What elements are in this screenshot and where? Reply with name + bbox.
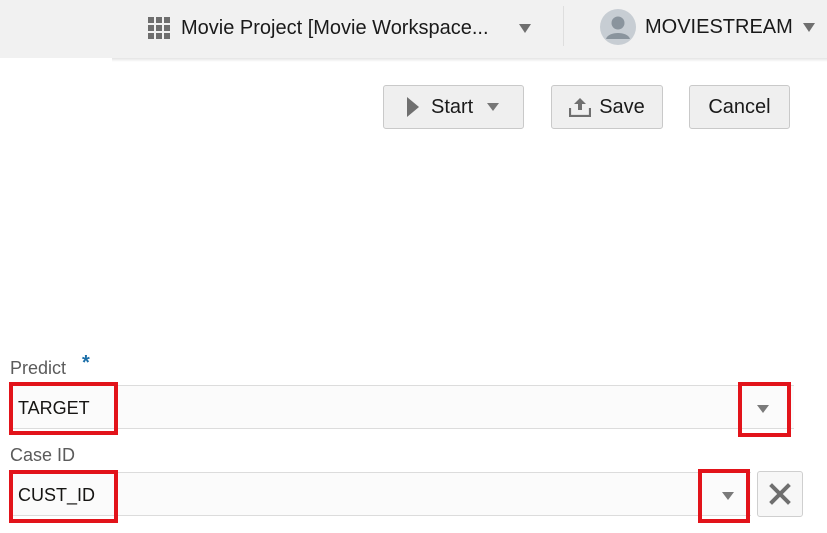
cancel-button-label: Cancel	[708, 95, 771, 118]
upload-icon	[569, 98, 592, 117]
close-icon	[769, 483, 791, 505]
user-menu[interactable]: MOVIESTREAM	[600, 8, 822, 46]
cancel-button[interactable]: Cancel	[689, 85, 790, 129]
case-id-value: CUST_ID	[18, 485, 96, 505]
start-button[interactable]: Start	[383, 85, 524, 129]
chevron-down-icon[interactable]	[722, 492, 734, 500]
grid-icon	[148, 17, 170, 39]
project-switcher[interactable]: Movie Project [Movie Workspace...	[148, 10, 538, 46]
case-id-label: Case ID	[10, 445, 76, 465]
user-name: MOVIESTREAM	[645, 15, 793, 38]
predict-label: Predict	[10, 358, 67, 378]
save-button[interactable]: Save	[551, 85, 663, 129]
predict-value: TARGET	[18, 398, 90, 418]
header-shadow	[112, 58, 827, 62]
chevron-down-icon	[519, 24, 531, 33]
start-button-label: Start	[431, 95, 474, 118]
chevron-down-icon[interactable]	[757, 405, 769, 413]
play-icon	[407, 97, 419, 117]
project-name: Movie Project [Movie Workspace...	[181, 16, 489, 39]
predict-select[interactable]: TARGET	[10, 385, 794, 429]
top-header: Movie Project [Movie Workspace... MOVIES…	[0, 0, 827, 58]
clear-case-id-button[interactable]	[757, 471, 803, 517]
header-divider	[563, 6, 564, 46]
case-id-select[interactable]: CUST_ID	[10, 472, 751, 516]
required-indicator: *	[82, 352, 90, 374]
chevron-down-icon	[803, 23, 815, 32]
chevron-down-icon	[487, 103, 500, 111]
avatar-icon	[600, 9, 636, 45]
save-button-label: Save	[599, 95, 645, 118]
